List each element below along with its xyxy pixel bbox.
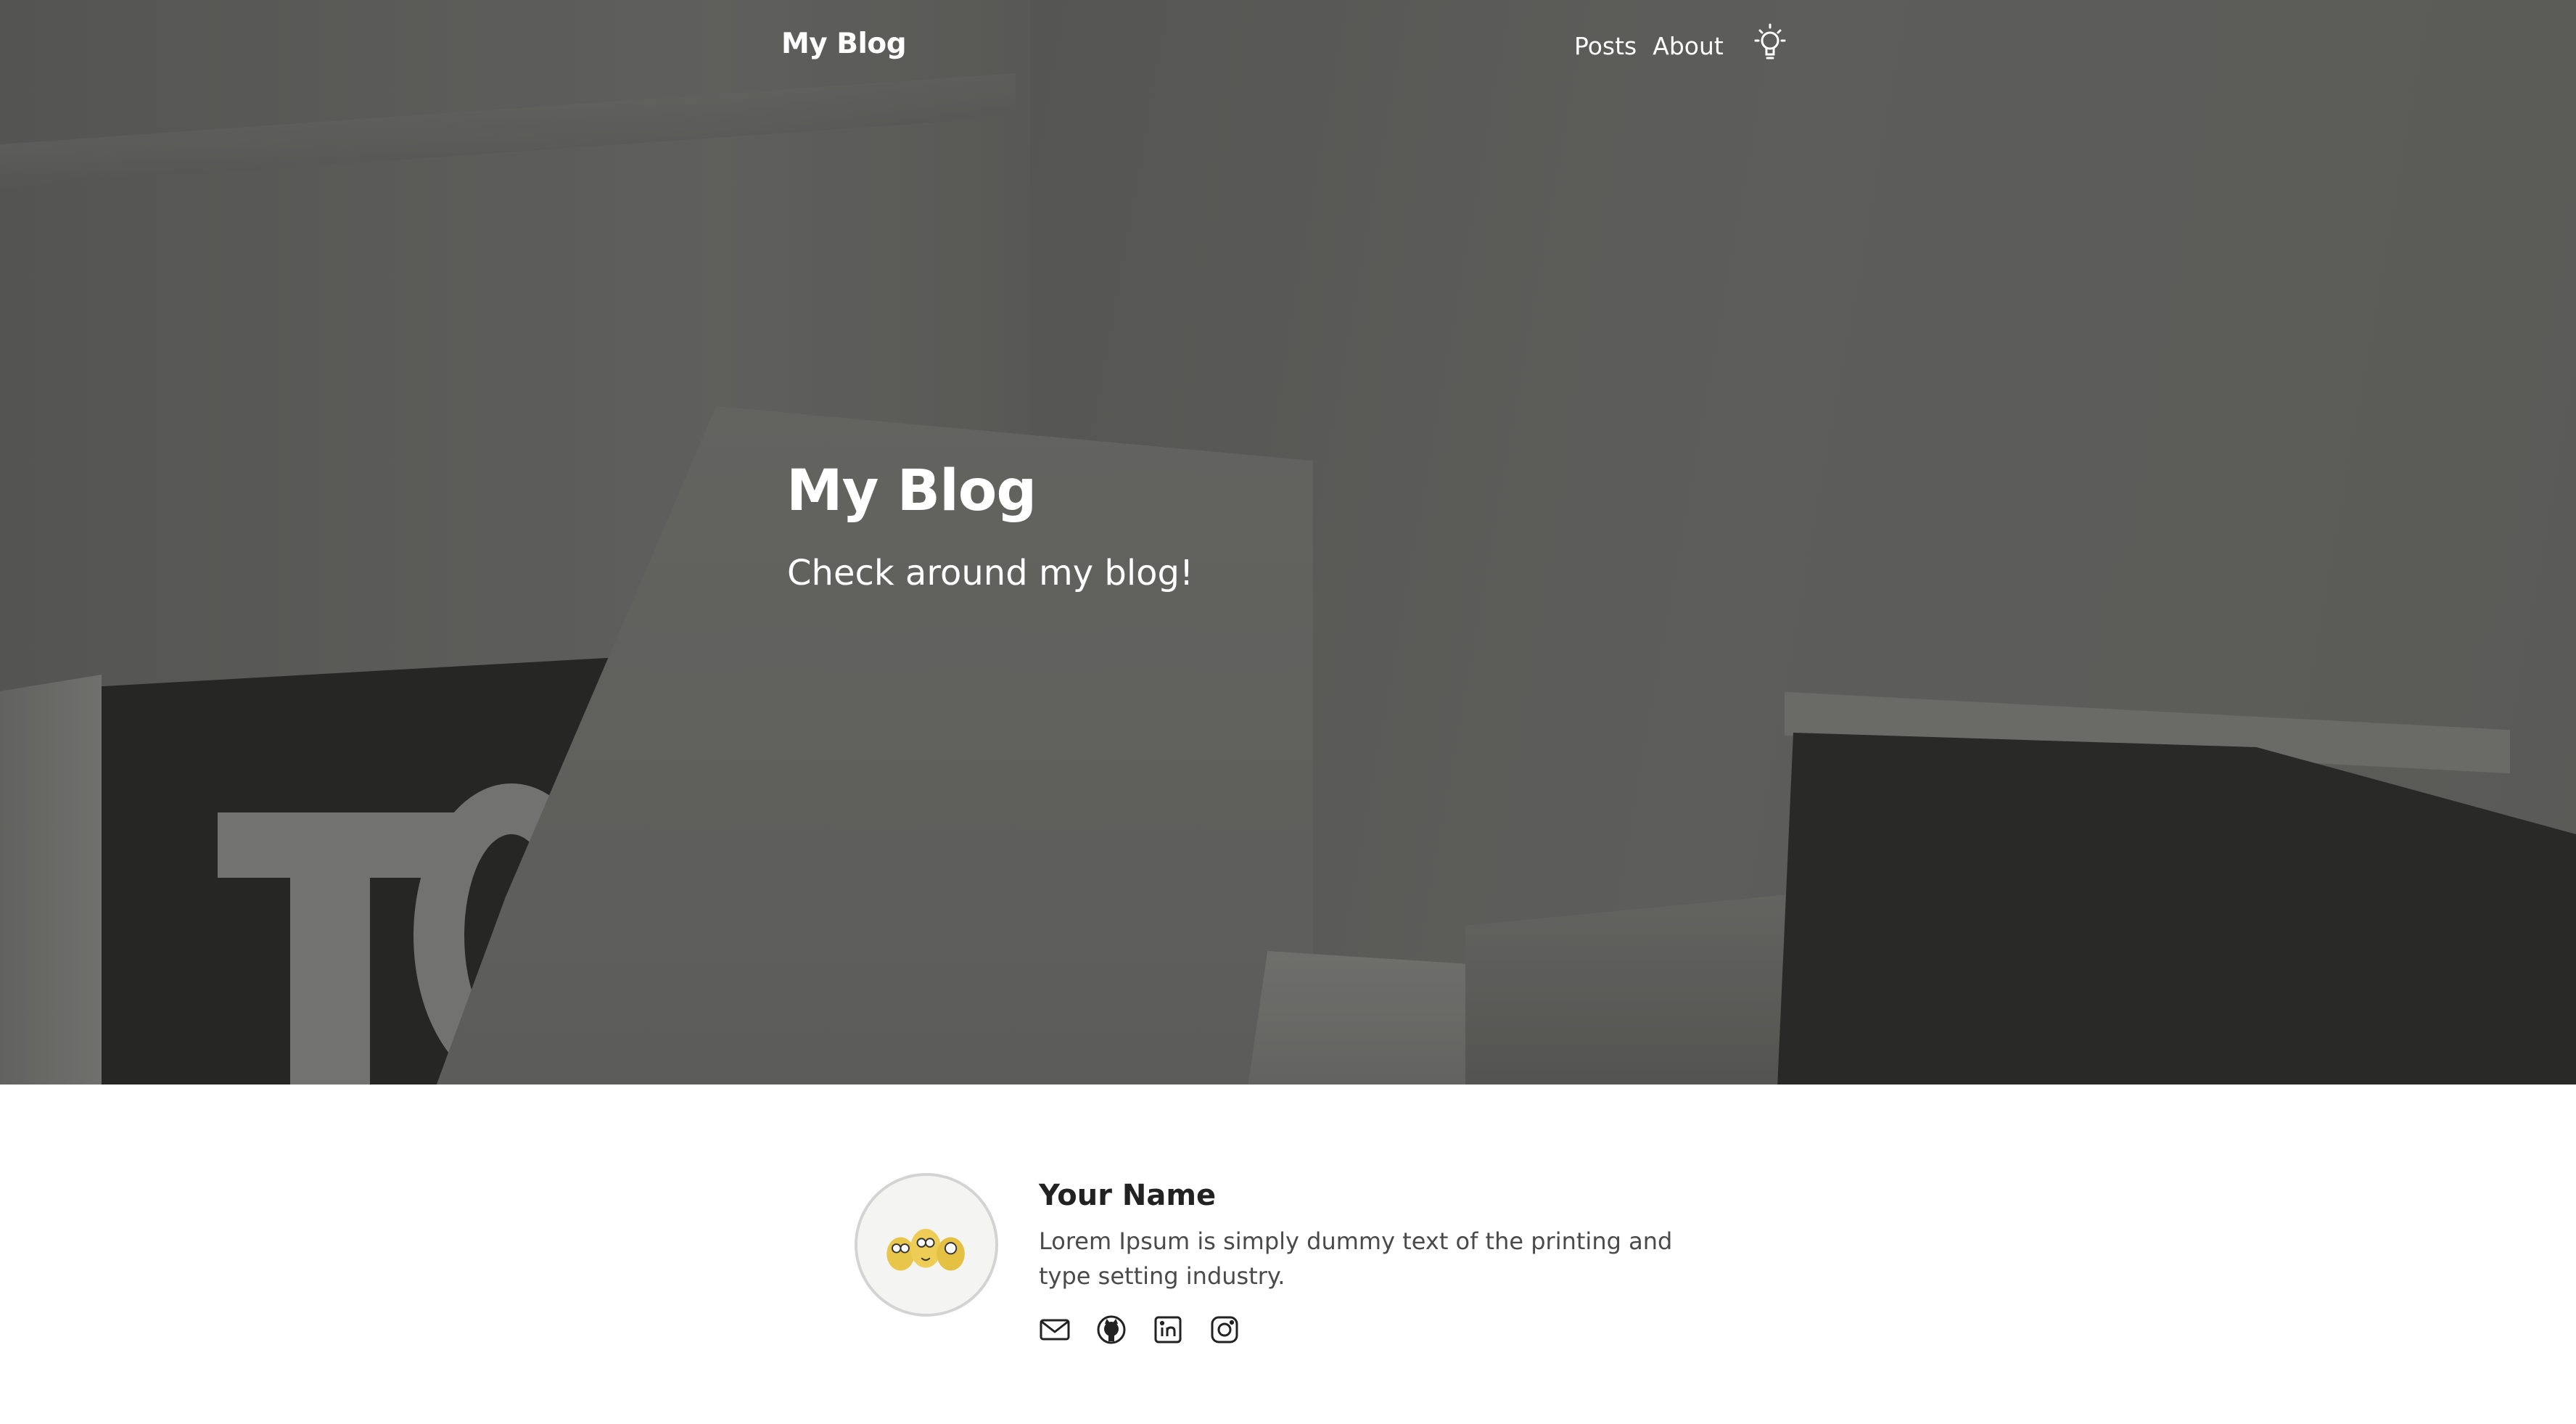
linkedin-icon	[1154, 1316, 1182, 1343]
github-link[interactable]	[1095, 1314, 1127, 1346]
instagram-link[interactable]	[1209, 1314, 1240, 1346]
profile-section: Your Name Lorem Ipsum is simply dummy te…	[0, 1085, 2576, 1424]
brand-link[interactable]: My Blog	[781, 28, 907, 60]
top-navbar: My Blog Posts About	[0, 0, 2576, 94]
hero-overlay	[0, 0, 2576, 1085]
lightbulb-icon	[1754, 23, 1786, 59]
avatar-image	[857, 1176, 995, 1314]
linkedin-link[interactable]	[1152, 1314, 1184, 1346]
social-links	[1039, 1314, 1240, 1346]
nav-link-about[interactable]: About	[1653, 32, 1724, 60]
nav-links: Posts About	[1574, 32, 1724, 60]
avatar	[855, 1173, 998, 1317]
email-link[interactable]	[1039, 1314, 1071, 1346]
nav-link-posts[interactable]: Posts	[1574, 32, 1637, 60]
hero-subtitle: Check around my blog!	[787, 553, 1194, 593]
hero-title: My Blog	[786, 458, 1037, 524]
profile-bio: Lorem Ipsum is simply dummy text of the …	[1039, 1227, 1673, 1290]
email-icon	[1040, 1319, 1070, 1341]
instagram-icon	[1211, 1316, 1238, 1343]
theme-toggle-button[interactable]	[1750, 22, 1790, 68]
github-icon	[1097, 1315, 1126, 1344]
hero-background: My Blog Check around my blog!	[0, 0, 2576, 1085]
profile-name: Your Name	[1039, 1179, 1217, 1212]
